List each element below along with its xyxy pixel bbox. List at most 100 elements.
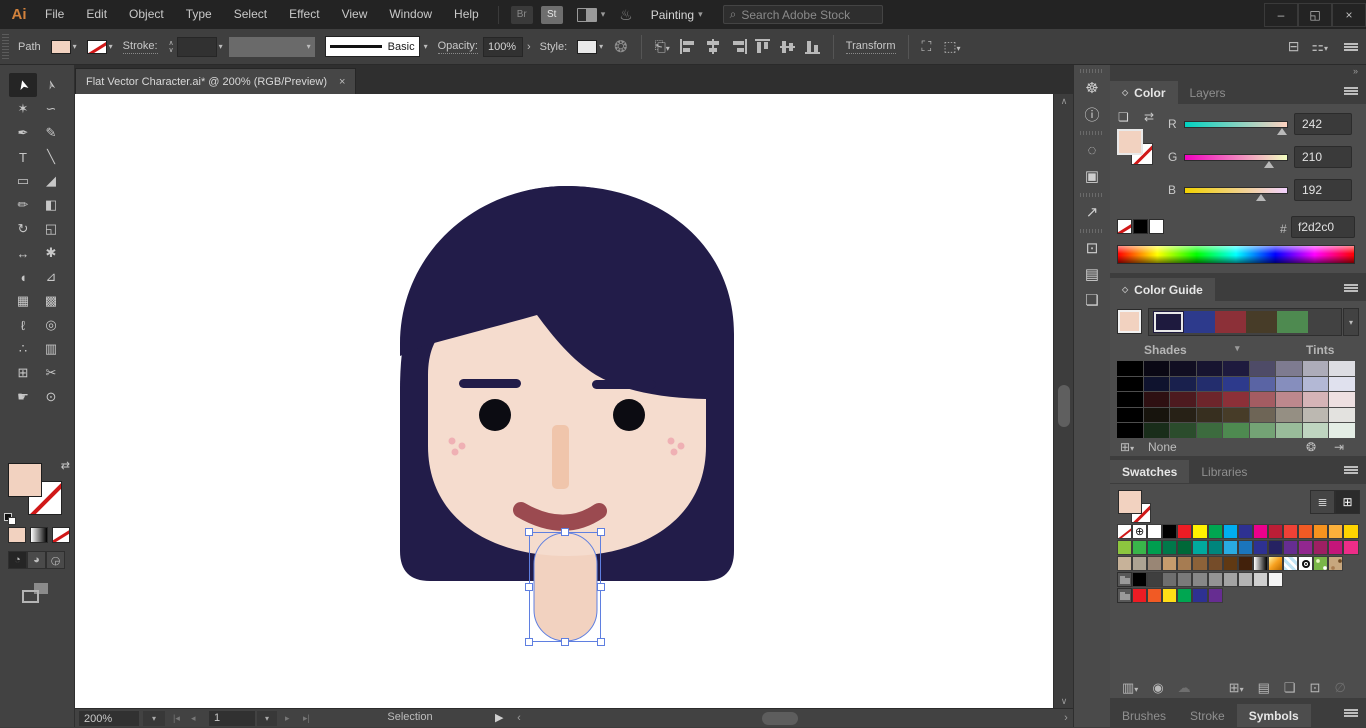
previous-artboard-button[interactable]: ◂ [191, 711, 196, 726]
color-swatch[interactable] [1253, 524, 1268, 539]
color-swatch[interactable] [1268, 540, 1283, 555]
tab-color-guide[interactable]: ◇Color Guide [1110, 278, 1215, 301]
color-guide-menu-icon[interactable] [1344, 284, 1358, 292]
color-swatch[interactable] [1223, 524, 1238, 539]
default-fill-stroke-icon[interactable] [4, 513, 16, 525]
zoom-level-field[interactable]: 200% [79, 711, 139, 726]
left-eyebrow[interactable] [459, 379, 521, 388]
align-center-icon[interactable] [705, 39, 722, 54]
selection-tool[interactable]: ➤ [9, 73, 37, 97]
tab-stroke[interactable]: Stroke [1178, 704, 1237, 727]
channel-slider[interactable] [1184, 187, 1288, 194]
stock-button[interactable]: St [541, 6, 563, 24]
color-swatch[interactable] [1253, 540, 1268, 555]
tab-layers[interactable]: Layers [1178, 81, 1238, 104]
color-swatch[interactable] [1208, 524, 1223, 539]
panel-grip[interactable] [2, 34, 9, 60]
export-icon[interactable]: ↗ [1078, 199, 1106, 225]
close-button[interactable]: × [1332, 3, 1366, 27]
eyedropper-tool[interactable]: ℓ [9, 313, 37, 337]
gradient-tool[interactable]: ▩ [37, 289, 65, 313]
close-tab-icon[interactable]: × [339, 76, 345, 88]
line-segment-tool[interactable]: ╲ [37, 145, 65, 169]
variation-swatch[interactable] [1250, 361, 1276, 376]
selection-handle[interactable] [598, 639, 605, 646]
channel-b-value[interactable]: 192 [1294, 179, 1352, 201]
artboard-number-field[interactable]: 1 [209, 711, 255, 726]
paintbrush-tool[interactable]: ◢ [37, 169, 65, 193]
gradient-button[interactable] [30, 527, 48, 543]
horizontal-scroll-thumb[interactable] [762, 712, 798, 725]
right-eye[interactable] [613, 399, 645, 431]
harmony-color-0[interactable] [1153, 311, 1184, 333]
color-swatch[interactable] [1147, 588, 1162, 603]
selection-handle[interactable] [562, 529, 569, 536]
save-to-swatches-icon[interactable]: ⇥ [1334, 440, 1344, 454]
swatches-menu-icon[interactable] [1344, 466, 1358, 474]
limit-colors-icon[interactable]: ⊞▾ [1120, 440, 1134, 454]
color-swatch[interactable] [1147, 556, 1162, 571]
variation-swatch[interactable] [1303, 392, 1329, 407]
opacity-label[interactable]: Opacity: [438, 40, 478, 54]
white-swatch[interactable] [1149, 219, 1164, 234]
color-swatch[interactable] [1298, 540, 1313, 555]
variation-swatch[interactable] [1223, 392, 1249, 407]
zoom-tool[interactable]: ⊙ [37, 385, 65, 409]
color-swatch[interactable] [1162, 556, 1177, 571]
variation-swatch[interactable] [1250, 423, 1276, 438]
transparency-icon[interactable]: ◌ [1078, 137, 1106, 163]
rectangle-tool[interactable]: ▭ [9, 169, 37, 193]
channel-slider[interactable] [1184, 121, 1288, 128]
nose-shape[interactable] [552, 425, 569, 489]
color-swatch[interactable] [1343, 524, 1358, 539]
transform-link[interactable]: Transform [846, 40, 896, 54]
variation-swatch[interactable] [1250, 377, 1276, 392]
variation-swatch[interactable] [1197, 392, 1223, 407]
black-swatch[interactable] [1133, 219, 1148, 234]
color-swatch[interactable] [1177, 556, 1192, 571]
variation-swatch[interactable] [1117, 392, 1143, 407]
chevron-down-icon[interactable]: ▾ [424, 42, 428, 51]
variation-swatch[interactable] [1303, 377, 1329, 392]
perspective-grid-tool[interactable]: ⊿ [37, 265, 65, 289]
illustrator-logo[interactable]: Ai [4, 0, 34, 29]
variation-swatch[interactable] [1250, 392, 1276, 407]
color-swatch[interactable] [1268, 572, 1283, 587]
variation-swatch[interactable] [1170, 423, 1196, 438]
harmony-color-3[interactable] [1246, 311, 1277, 333]
info-icon[interactable]: ⓘ [1078, 101, 1106, 127]
next-artboard-button[interactable]: ▸ [285, 711, 290, 726]
color-swatch[interactable] [1238, 556, 1253, 571]
opacity-value[interactable]: 100% [483, 37, 523, 57]
menu-object[interactable]: Object [118, 0, 175, 29]
color-swatch[interactable] [1162, 540, 1177, 555]
variation-swatch[interactable] [1144, 408, 1170, 423]
tab-libraries[interactable]: Libraries [1189, 460, 1259, 483]
color-swatch[interactable] [1117, 540, 1132, 555]
rotate-tool[interactable]: ↻ [9, 217, 37, 241]
pencil-tool[interactable]: ✏ [9, 193, 37, 217]
variation-swatch[interactable] [1329, 361, 1355, 376]
color-swatch[interactable] [1328, 540, 1343, 555]
variation-swatch[interactable] [1223, 408, 1249, 423]
status-play-icon[interactable]: ▶ [495, 711, 503, 724]
dock-drag-handle[interactable] [1080, 229, 1104, 233]
dock-drag-handle[interactable] [1080, 193, 1104, 197]
variation-swatch[interactable] [1276, 377, 1302, 392]
stroke-weight-stepper[interactable]: ∧∨ [169, 40, 174, 54]
transform-icon[interactable]: ⊡ [1078, 235, 1106, 261]
color-swatch[interactable] [1238, 572, 1253, 587]
chevron-down-icon[interactable]: ▾ [601, 9, 606, 20]
color-swatch[interactable] [1132, 540, 1147, 555]
workflow-icon[interactable]: ⚏▾ [1311, 38, 1328, 55]
grid-view-button[interactable]: ⊞ [1335, 490, 1360, 514]
symbol-sprayer-tool[interactable]: ∴ [9, 337, 37, 361]
align-middle-icon[interactable] [780, 39, 797, 54]
swap-fill-stroke-icon[interactable]: ⇄ [1144, 110, 1154, 124]
search-adobe-stock-input[interactable]: ⌕ Search Adobe Stock [723, 5, 883, 24]
patgreen-swatch[interactable] [1313, 556, 1328, 571]
variation-swatch[interactable] [1276, 392, 1302, 407]
collapse-panels-icon[interactable]: » [1110, 65, 1366, 78]
gradbw-swatch[interactable] [1253, 556, 1268, 571]
color-swatch[interactable] [1147, 572, 1162, 587]
